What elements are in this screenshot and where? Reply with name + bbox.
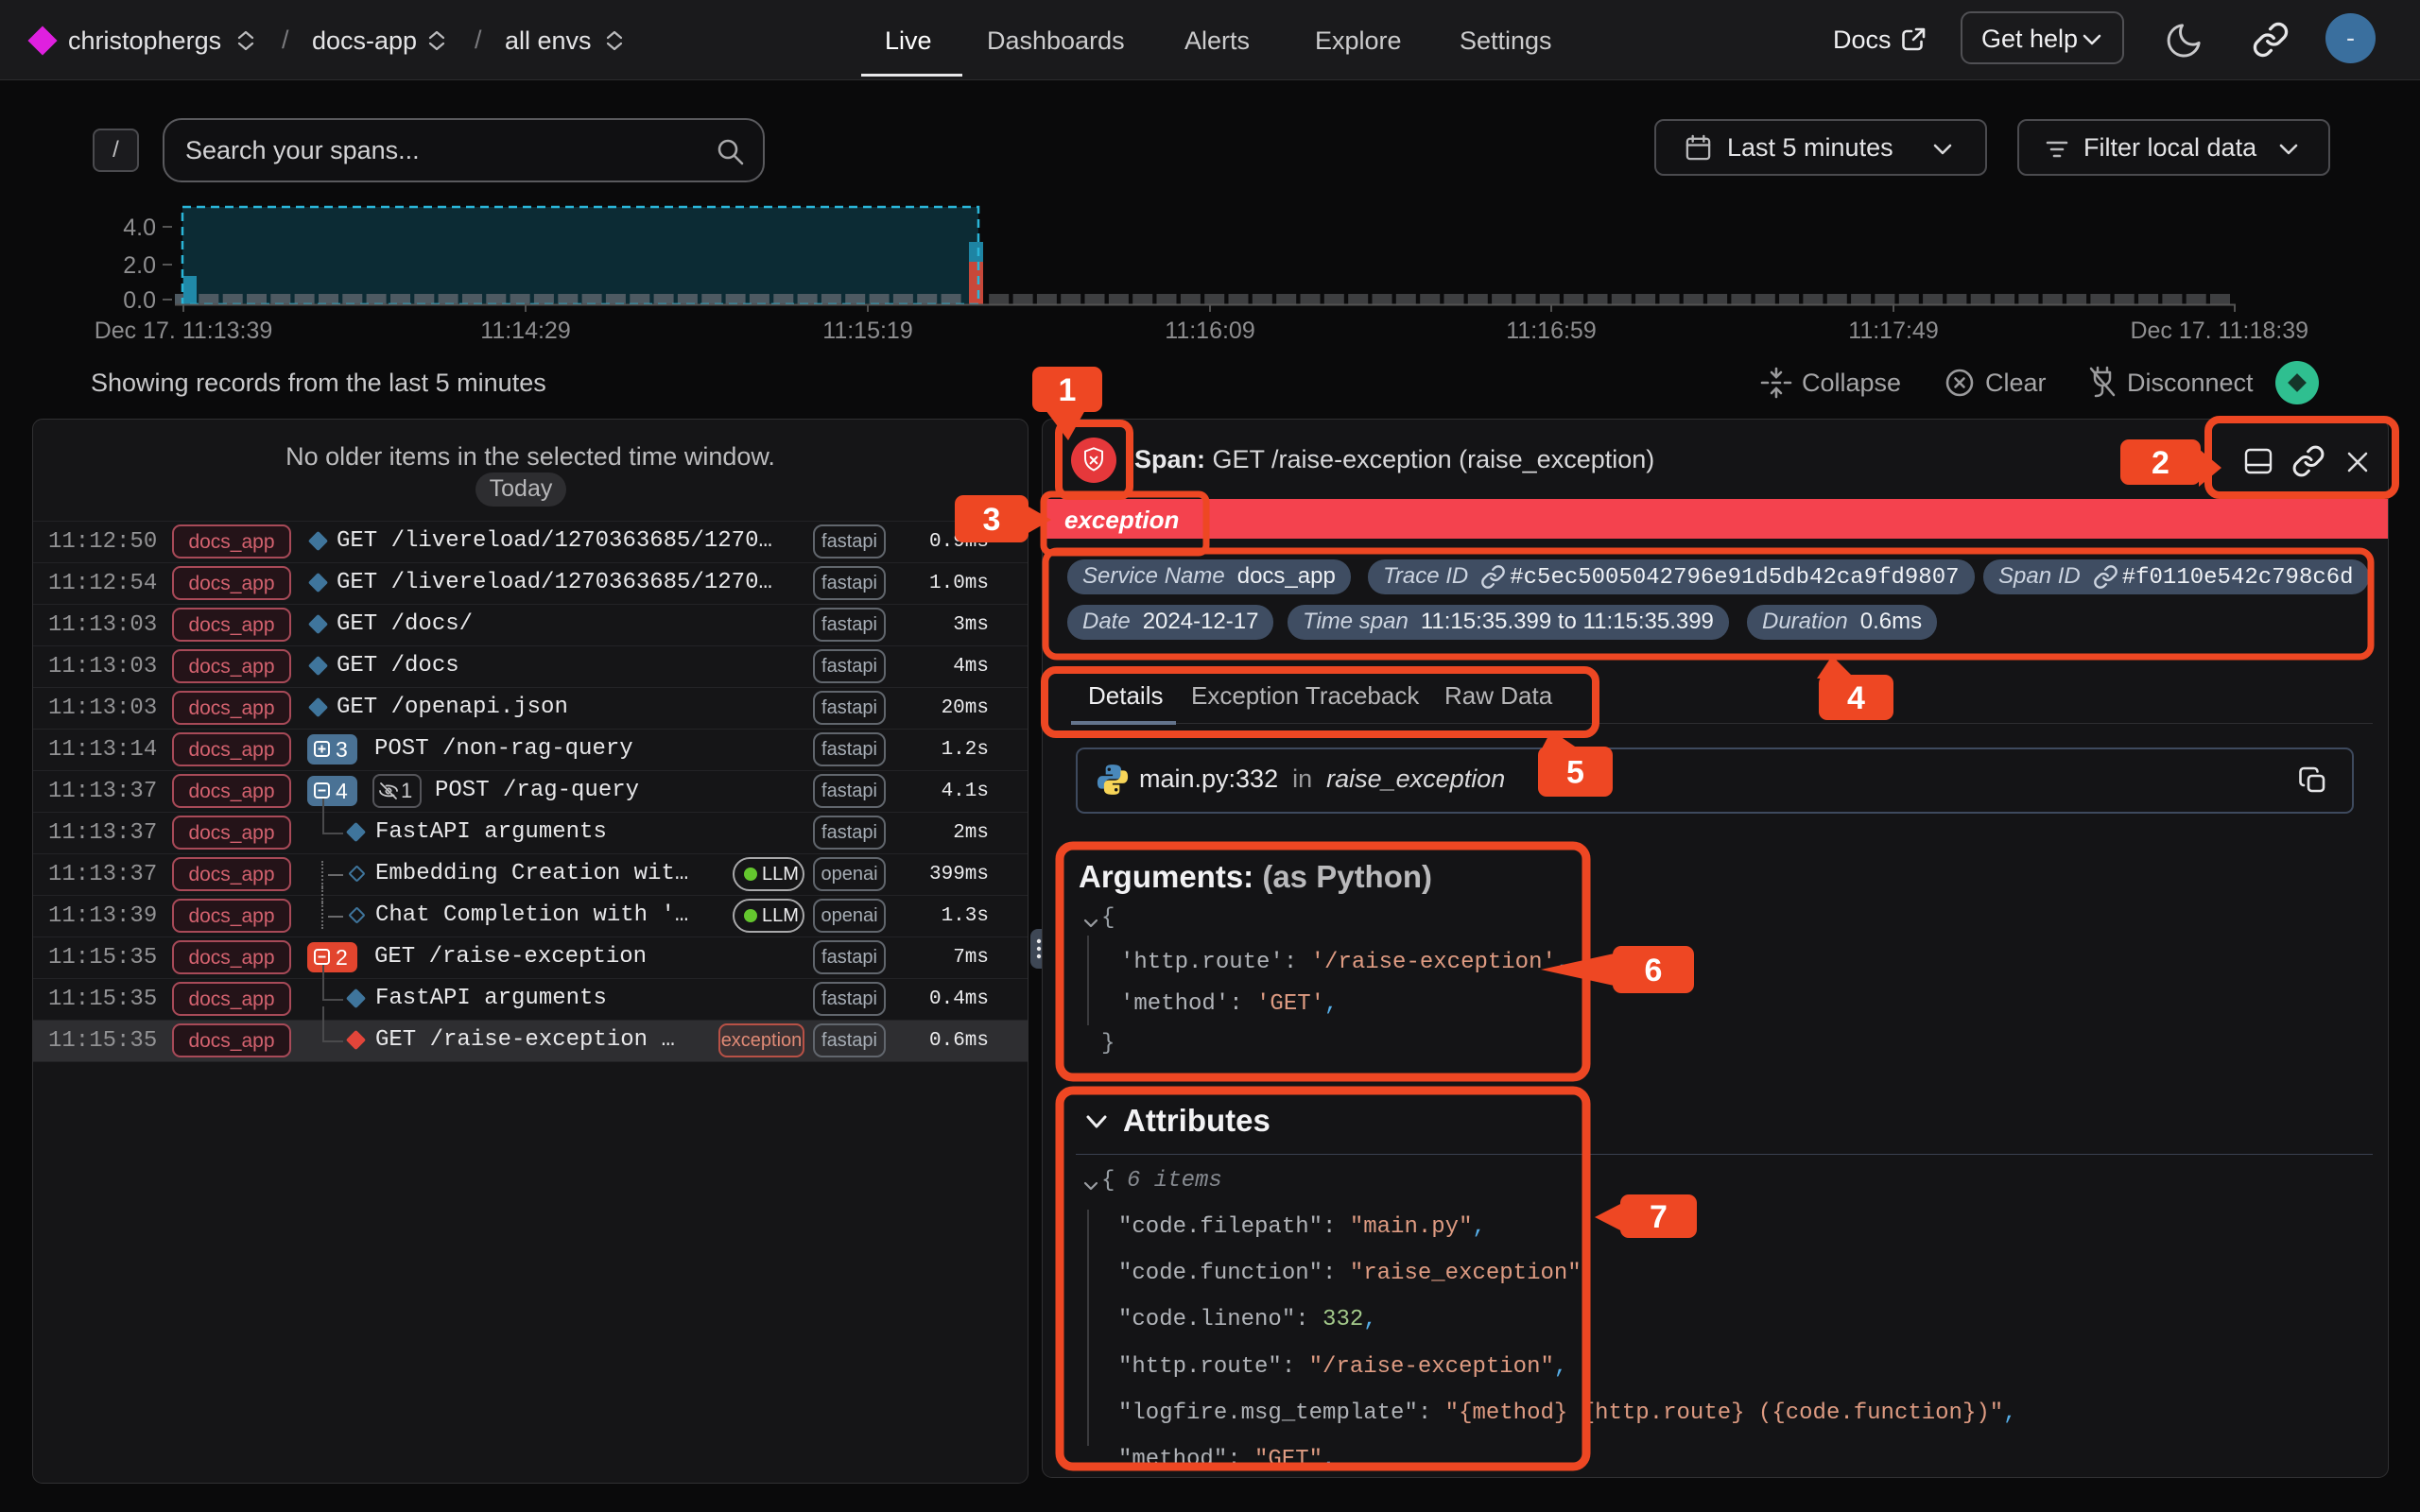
svg-text:4: 4 [1847, 680, 1865, 716]
svg-text:1: 1 [1059, 372, 1077, 408]
svg-text:2: 2 [2152, 445, 2169, 481]
svg-text:5: 5 [1566, 755, 1584, 791]
svg-text:3: 3 [983, 502, 1001, 538]
svg-text:6: 6 [1645, 953, 1663, 988]
svg-text:7: 7 [1650, 1199, 1668, 1235]
